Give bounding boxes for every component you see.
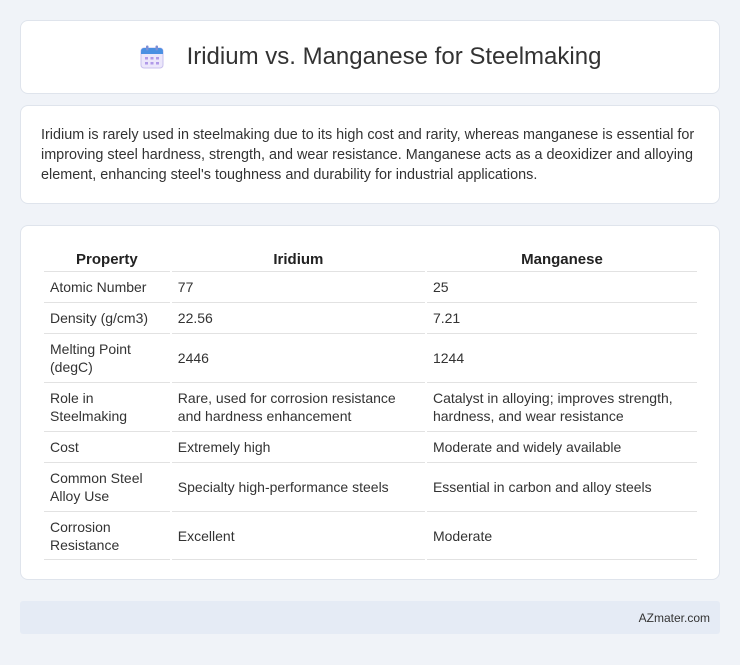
table-cell: Specialty high-performance steels <box>171 462 425 511</box>
table-cell: Moderate and widely available <box>426 431 697 462</box>
footer: AZmater.com <box>20 601 720 634</box>
table-row: Corrosion Resistance Excellent Moderate <box>44 511 697 560</box>
page-title: Iridium vs. Manganese for Steelmaking <box>186 43 602 70</box>
summary-text: Iridium is rarely used in steelmaking du… <box>41 127 695 183</box>
table-header-row: Property Iridium Manganese <box>44 245 697 271</box>
title-card: Iridium vs. Manganese for Steelmaking <box>20 20 720 94</box>
table-cell: 7.21 <box>426 302 697 333</box>
table-cell: Corrosion Resistance <box>44 511 170 560</box>
calendar-icon <box>139 44 165 70</box>
table-cell: Extremely high <box>171 431 425 462</box>
table-cell: 22.56 <box>171 302 425 333</box>
column-header-iridium: Iridium <box>273 251 324 268</box>
column-header-property: Property <box>76 251 138 268</box>
table-cell: Catalyst in alloying; improves strength,… <box>426 382 697 431</box>
table-cell: Rare, used for corrosion resistance and … <box>171 382 425 431</box>
table-row: Melting Point (degC) 2446 1244 <box>44 333 697 382</box>
table-row: Density (g/cm3) 22.56 7.21 <box>44 302 697 333</box>
table-cell: 77 <box>171 271 425 302</box>
comparison-table-card: Property Iridium Manganese Atomic Number… <box>20 225 720 580</box>
table-cell: 1244 <box>426 333 697 382</box>
table-cell: Common Steel Alloy Use <box>44 462 170 511</box>
table-row: Common Steel Alloy Use Specialty high-pe… <box>44 462 697 511</box>
table-cell: 2446 <box>171 333 425 382</box>
table-row: Role in Steelmaking Rare, used for corro… <box>44 382 697 431</box>
table-row: Cost Extremely high Moderate and widely … <box>44 431 697 462</box>
table-cell: Melting Point (degC) <box>44 333 170 382</box>
table-cell: Moderate <box>426 511 697 560</box>
column-header-manganese: Manganese <box>521 251 603 268</box>
table-cell: Atomic Number <box>44 271 170 302</box>
comparison-table: Property Iridium Manganese Atomic Number… <box>42 245 699 560</box>
table-cell: Cost <box>44 431 170 462</box>
footer-brand: AZmater.com <box>638 610 710 625</box>
table-cell: Excellent <box>171 511 425 560</box>
table-cell: Role in Steelmaking <box>44 382 170 431</box>
table-cell: Density (g/cm3) <box>44 302 170 333</box>
table-cell: Essential in carbon and alloy steels <box>426 462 697 511</box>
table-row: Atomic Number 77 25 <box>44 271 697 302</box>
summary-card: Iridium is rarely used in steelmaking du… <box>20 105 720 204</box>
table-cell: 25 <box>426 271 697 302</box>
